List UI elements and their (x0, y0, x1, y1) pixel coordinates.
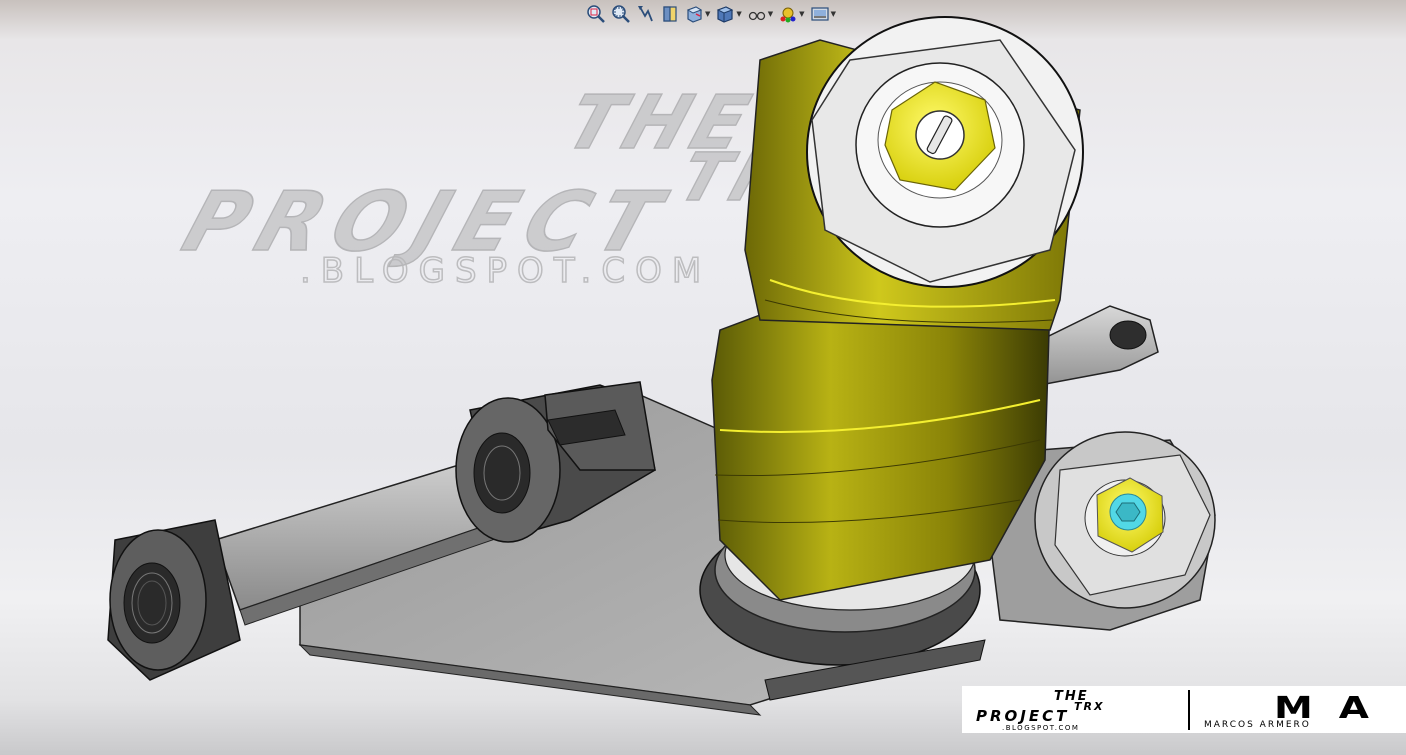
chevron-down-icon: ▼ (705, 10, 711, 18)
graphics-viewport[interactable]: THE TRX PROJECT .BLOGSPOT.COM (0, 0, 1406, 755)
ma-monogram-art: MA MARCOS ARMERO (1204, 691, 1369, 730)
display-style-button[interactable]: ▼ (714, 3, 742, 25)
rod-end-left[interactable] (107, 519, 241, 681)
chevron-down-icon: ▼ (736, 10, 742, 18)
marcos-armero-logo: MA MARCOS ARMERO (1196, 686, 1406, 733)
hide-show-items-icon (748, 11, 765, 21)
logo-separator (1188, 689, 1190, 730)
previous-view-icon (638, 6, 653, 22)
edit-appearance-icon (780, 7, 796, 23)
chevron-down-icon: ▼ (767, 10, 774, 18)
svg-text:MARCOS ARMERO: MARCOS ARMERO (1204, 720, 1311, 730)
section-view-icon (663, 6, 677, 22)
edit-appearance-button[interactable]: ▼ (777, 3, 805, 25)
view-orientation-button[interactable]: ▼ (683, 3, 711, 25)
svg-text:TRX: TRX (1074, 700, 1104, 713)
shock-top-cap[interactable] (806, 16, 1084, 288)
view-orientation-icon (686, 6, 703, 23)
chevron-down-icon: ▼ (830, 10, 836, 18)
zoom-to-fit-icon (587, 5, 605, 23)
apply-scene-button[interactable]: ▼ (809, 3, 837, 25)
heads-up-view-toolbar: ▼ ▼ ▼ ▼ ▼ (585, 2, 837, 26)
logo-badge: THE TRX PROJECT .BLOGSPOT.COM MA MARCOS … (962, 686, 1406, 733)
display-style-icon (717, 6, 734, 23)
cad-model[interactable] (0, 0, 1406, 755)
trx-project-logo-art: THE TRX PROJECT .BLOGSPOT.COM (976, 689, 1104, 732)
svg-text:.BLOGSPOT.COM: .BLOGSPOT.COM (1002, 724, 1079, 732)
trx-project-logo: THE TRX PROJECT .BLOGSPOT.COM (962, 686, 1182, 733)
apply-scene-icon (810, 7, 829, 21)
svg-text:PROJECT: PROJECT (976, 707, 1069, 725)
zoom-to-fit-button[interactable] (585, 3, 607, 25)
section-view-button[interactable] (660, 3, 680, 25)
previous-view-button[interactable] (635, 3, 657, 25)
chevron-down-icon: ▼ (799, 10, 805, 18)
zoom-to-area-icon (612, 5, 630, 23)
zoom-to-area-button[interactable] (610, 3, 632, 25)
hide-show-items-button[interactable]: ▼ (746, 3, 774, 25)
